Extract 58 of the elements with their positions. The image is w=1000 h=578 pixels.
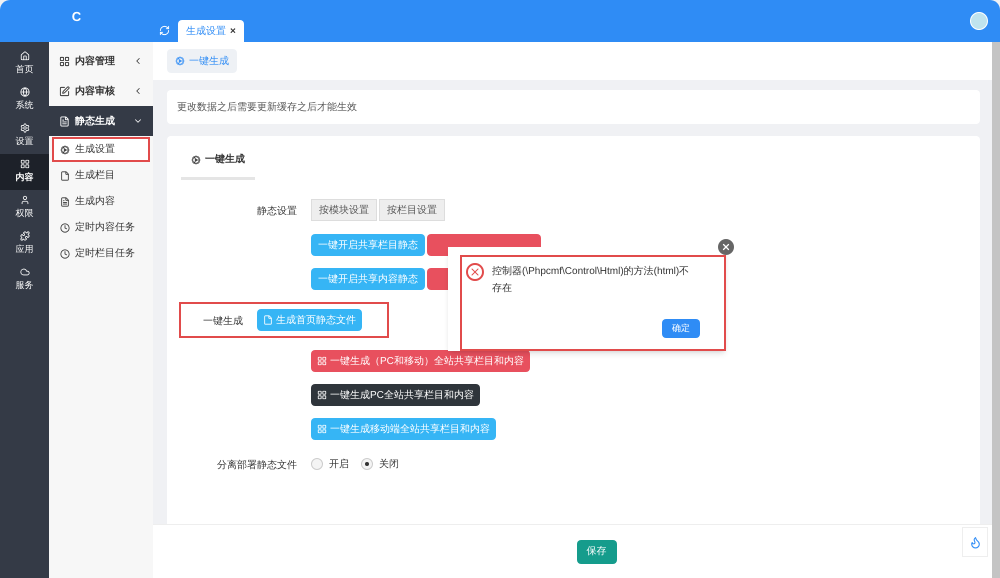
sidebar-subitem[interactable]: 定时内容任务	[52, 215, 150, 240]
document-icon	[60, 196, 70, 206]
grid-icon	[317, 390, 327, 400]
puzzle-icon	[20, 231, 30, 242]
sidebar-item[interactable]: 内容审核	[49, 76, 153, 106]
page-tab[interactable]: 生成设置 ×	[178, 20, 244, 42]
panel-title: 一键生成	[181, 152, 255, 180]
field-label: 一键生成	[203, 316, 243, 327]
rail-item[interactable]: 系统	[0, 82, 49, 118]
gears-icon	[20, 123, 30, 134]
refresh-icon[interactable]	[159, 25, 170, 36]
home-icon	[20, 51, 30, 62]
sidebar-subitem[interactable]: 生成设置	[52, 137, 150, 162]
grid-icon	[20, 159, 30, 170]
logo: C	[72, 8, 82, 26]
grid-icon	[59, 56, 70, 66]
settings-button[interactable]: 按栏目设置	[379, 199, 445, 221]
gear-icon	[60, 144, 70, 154]
clock-icon	[60, 248, 70, 258]
error-icon	[466, 263, 484, 281]
gear-icon	[191, 154, 201, 164]
rail-item[interactable]: 内容	[0, 154, 49, 190]
dialog-message: 控制器(\Phpcmf\Control\Html)的方法(html)不存在	[492, 264, 690, 296]
help-widget[interactable]	[962, 527, 988, 557]
field-label: 分离部署静态文件	[217, 460, 297, 471]
globe-icon	[20, 87, 30, 98]
user-icon	[20, 195, 30, 206]
clock-icon	[60, 222, 70, 232]
rail-item[interactable]: 应用	[0, 226, 49, 262]
generate-button[interactable]: 一键生成PC全站共享栏目和内容	[311, 384, 480, 406]
notice-text: 更改数据之后需要更新缓存之后才能生效	[177, 100, 357, 114]
sidebar-subitem[interactable]: 生成内容	[52, 189, 150, 214]
radio-label: 关闭	[379, 458, 399, 472]
radio-label: 开启	[329, 458, 349, 472]
radio-button[interactable]	[361, 458, 373, 470]
sidebar-subitem[interactable]: 定时栏目任务	[52, 241, 150, 266]
cloud-icon	[20, 267, 30, 278]
settings-button[interactable]: 按模块设置	[311, 199, 377, 221]
generate-button[interactable]: 一键生成（PC和移动）全站共享栏目和内容	[311, 350, 530, 372]
rail-item[interactable]: 权限	[0, 190, 49, 226]
sidebar-subitem[interactable]: 生成栏目	[52, 163, 150, 188]
rail-item[interactable]: 首页	[0, 46, 49, 82]
document-icon	[263, 315, 273, 325]
radio-button[interactable]	[311, 458, 323, 470]
flame-icon	[968, 536, 982, 548]
avatar[interactable]	[970, 12, 988, 30]
rail-item[interactable]: 设置	[0, 118, 49, 154]
sidebar-item[interactable]: 静态生成	[49, 106, 153, 136]
rail-item[interactable]: 服务	[0, 262, 49, 298]
grid-icon	[317, 356, 327, 366]
sidebar-item[interactable]: 内容管理	[49, 46, 153, 76]
document-icon	[59, 116, 70, 126]
field-label: 静态设置	[257, 206, 297, 217]
gear-icon	[175, 56, 185, 66]
edit-icon	[59, 86, 70, 96]
close-icon[interactable]: ×	[230, 24, 236, 38]
document-icon	[60, 170, 70, 180]
grid-icon	[317, 424, 327, 434]
